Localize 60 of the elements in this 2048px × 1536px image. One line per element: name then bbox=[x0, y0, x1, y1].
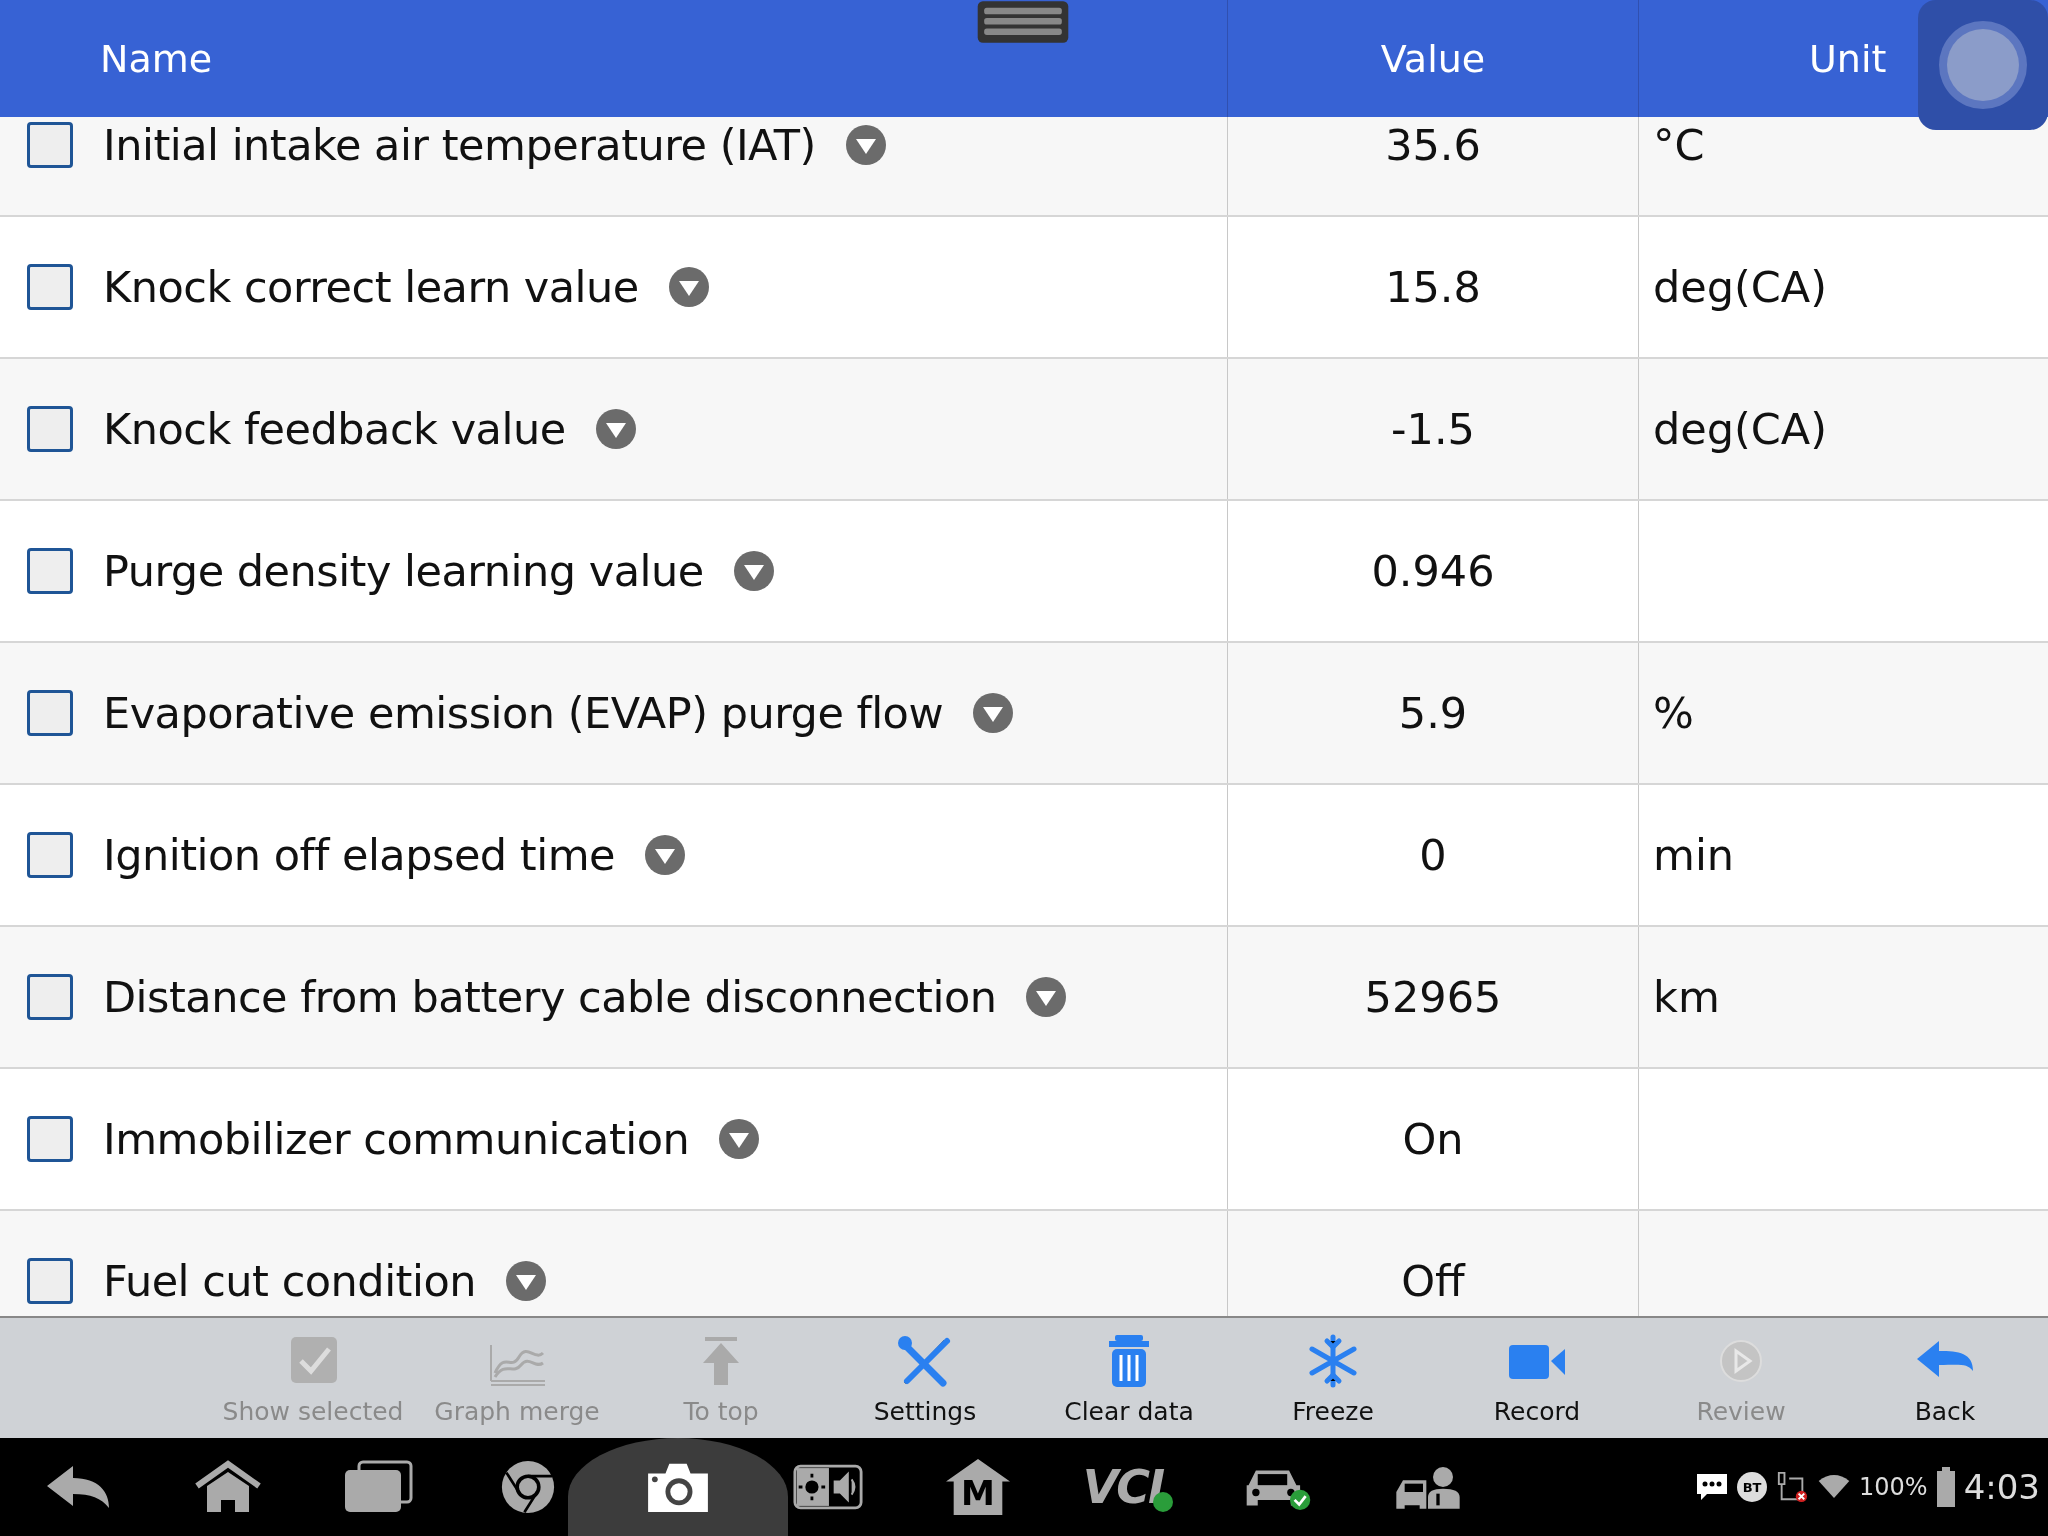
dropdown-icon[interactable] bbox=[845, 125, 886, 165]
checkbox[interactable] bbox=[27, 406, 73, 452]
parameter-unit: min bbox=[1653, 830, 1735, 880]
parameter-value: 15.8 bbox=[1385, 262, 1481, 312]
parameter-value: 5.9 bbox=[1398, 688, 1468, 738]
floating-button-icon[interactable] bbox=[1918, 0, 2048, 130]
parameter-name: Distance from battery cable disconnection bbox=[103, 972, 997, 1022]
recents-icon[interactable] bbox=[343, 1460, 413, 1514]
house-logo[interactable]: M bbox=[946, 1459, 1010, 1515]
parameter-value: 0 bbox=[1419, 830, 1447, 880]
parameter-unit: deg(CA) bbox=[1653, 404, 1828, 454]
parameter-value: 0.946 bbox=[1371, 546, 1495, 596]
dropdown-icon[interactable] bbox=[645, 835, 685, 875]
checkbox[interactable] bbox=[27, 122, 73, 168]
parameter-value: Off bbox=[1401, 1256, 1465, 1306]
checkbox[interactable] bbox=[27, 1116, 73, 1162]
parameter-value: -1.5 bbox=[1391, 404, 1475, 454]
parameter-name: Initial intake air temperature (IAT) bbox=[103, 120, 816, 170]
checkbox[interactable] bbox=[27, 264, 73, 310]
parameter-unit: % bbox=[1653, 688, 1694, 738]
parameter-name: Immobilizer communication bbox=[103, 1114, 690, 1164]
checkbox[interactable] bbox=[27, 548, 73, 594]
checkbox[interactable] bbox=[27, 690, 73, 736]
dropdown-icon[interactable] bbox=[668, 267, 709, 307]
parameter-name: Purge density learning value bbox=[103, 546, 704, 596]
checkbox[interactable] bbox=[27, 1258, 73, 1304]
battery-icon bbox=[1935, 1467, 1956, 1507]
home-icon[interactable] bbox=[193, 1460, 263, 1514]
toolbar-button[interactable]: Record bbox=[1435, 1318, 1639, 1438]
column-header: Name bbox=[99, 36, 214, 81]
dropdown-icon[interactable] bbox=[973, 693, 1014, 733]
toolbar-button[interactable]: Settings bbox=[823, 1318, 1027, 1438]
toolbar-button[interactable]: Clear data bbox=[1027, 1318, 1231, 1438]
dropdown-icon[interactable] bbox=[1026, 977, 1067, 1017]
dropdown-icon[interactable] bbox=[595, 409, 636, 449]
dropdown-icon[interactable] bbox=[733, 551, 774, 591]
dropdown-icon[interactable] bbox=[505, 1261, 546, 1301]
parameter-unit: km bbox=[1653, 972, 1720, 1022]
parameter-value: On bbox=[1402, 1114, 1464, 1164]
parameter-name: Knock correct learn value bbox=[103, 262, 639, 312]
parameter-unit: deg(CA) bbox=[1653, 262, 1828, 312]
parameter-unit: °C bbox=[1653, 120, 1705, 170]
parameter-value: 52965 bbox=[1364, 972, 1502, 1022]
parameter-name: Ignition off elapsed time bbox=[103, 830, 615, 880]
checkbox[interactable] bbox=[27, 974, 73, 1020]
vci-status[interactable]: VCI bbox=[1082, 1460, 1174, 1514]
parameter-name: Evaporative emission (EVAP) purge flow bbox=[103, 688, 944, 738]
parameter-value: 35.6 bbox=[1385, 120, 1481, 170]
parameter-name: Fuel cut condition bbox=[103, 1256, 476, 1306]
drag-handle-icon[interactable] bbox=[975, 0, 1071, 44]
battery-percent: 100% bbox=[1859, 1473, 1928, 1501]
bluetooth-badge: BT bbox=[1737, 1472, 1767, 1502]
checkbox[interactable] bbox=[27, 832, 73, 878]
chat-icon bbox=[1695, 1471, 1729, 1503]
toolbar-button[interactable]: Freeze bbox=[1231, 1318, 1435, 1438]
dropdown-icon[interactable] bbox=[719, 1119, 760, 1159]
clock-time: 4:03 bbox=[1963, 1467, 2040, 1507]
toolbar-button[interactable]: Back bbox=[1843, 1318, 2047, 1438]
network-error-icon bbox=[1775, 1471, 1809, 1503]
parameter-name: Knock feedback value bbox=[103, 404, 566, 454]
